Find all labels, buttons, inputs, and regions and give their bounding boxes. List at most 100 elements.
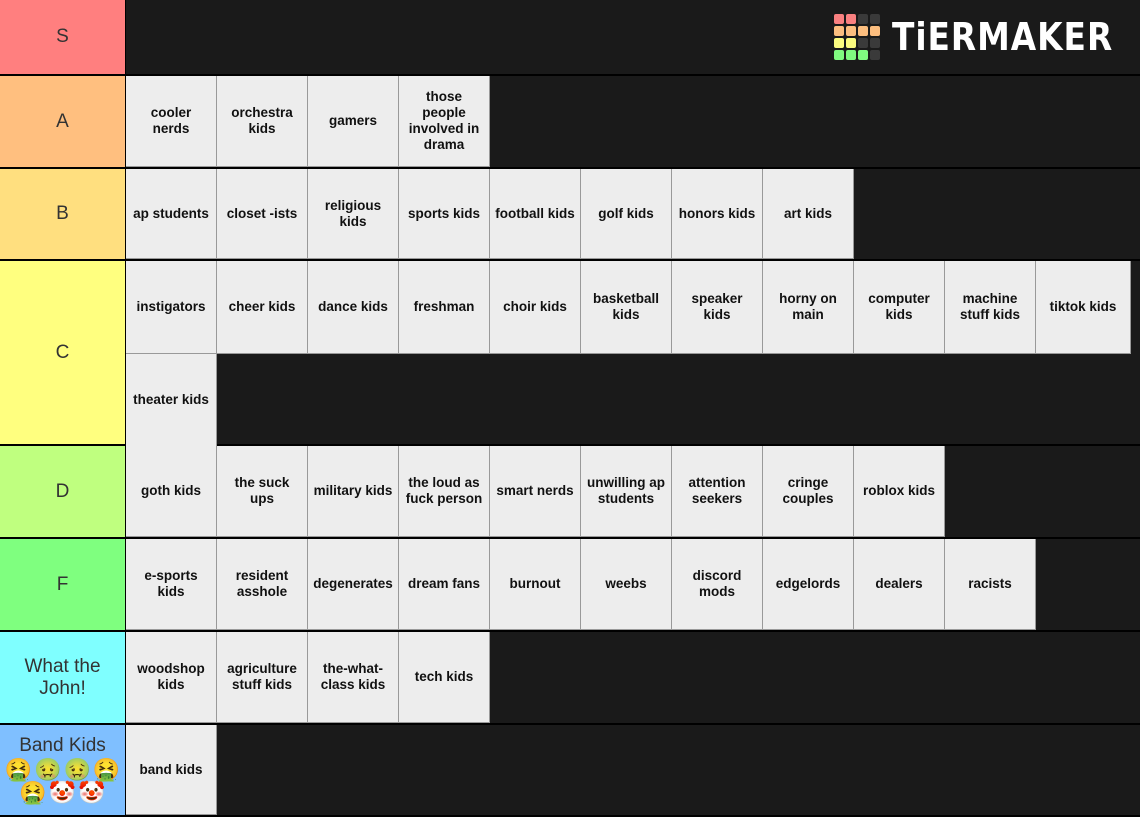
tier-item[interactable]: the loud as fuck person (399, 446, 490, 537)
tiermaker-wordmark: TiERMAKER (891, 15, 1113, 59)
tier-label-emoji-line: 🤮 🤢 🤢 🤮 (5, 757, 121, 783)
tier-item-label: the-what-class kids (320, 661, 386, 692)
tier-item[interactable]: attention seekers (672, 446, 763, 537)
tier-item[interactable]: the suck ups (217, 446, 308, 537)
tier-item[interactable]: instigators (126, 261, 217, 354)
tier-items-dropzone[interactable]: goth kids the suck ups military kids the lo… (126, 446, 1140, 537)
tier-item-label: basketball kids (592, 291, 660, 322)
tier-item-label: computer kids (868, 291, 930, 322)
tier-item[interactable]: discord mods (672, 539, 763, 630)
tier-item[interactable]: closet -ists (217, 169, 308, 259)
tier-item[interactable]: those people involved in drama (399, 76, 490, 167)
tier-item[interactable]: edgelords (763, 539, 854, 630)
tier-item[interactable]: dance kids (308, 261, 399, 354)
tier-item[interactable]: weebs (581, 539, 672, 630)
emoji-icon: 🤢 (63, 757, 91, 783)
tier-item[interactable]: dealers (854, 539, 945, 630)
tier-label[interactable]: Band Kids 🤮 🤢 🤢 🤮 🤮 🤡 🤡 (0, 725, 126, 815)
tier-item[interactable]: speaker kids (672, 261, 763, 354)
tier-item[interactable]: ap students (126, 169, 217, 259)
tier-item[interactable]: gamers (308, 76, 399, 167)
tier-item[interactable]: machine stuff kids (945, 261, 1036, 354)
tier-label[interactable]: F (0, 539, 126, 630)
tiermaker-logo: TiERMAKER (833, 14, 1122, 60)
tier-item[interactable]: racists (945, 539, 1036, 630)
tier-items-dropzone[interactable]: cooler nerds orchestra kids gamers those pe… (126, 76, 1140, 167)
emoji-icon: 🤮 (19, 780, 47, 806)
emoji-icon: 🤡 (48, 780, 77, 806)
tier-item-label: tech kids (414, 669, 474, 685)
logo-grid-cell (833, 14, 844, 24)
tier-label[interactable]: D (0, 446, 126, 537)
tier-items-dropzone[interactable]: band kids (126, 725, 1140, 815)
tier-item[interactable]: cringe couples (763, 446, 854, 537)
tier-item-label: freshman (413, 299, 475, 315)
tier-item[interactable]: cooler nerds (126, 76, 217, 167)
tier-item[interactable]: dream fans (399, 539, 490, 630)
tier-item-label: choir kids (503, 299, 567, 315)
tier-item-label: orchestra kids (231, 105, 293, 136)
tier-item-label: weebs (605, 576, 647, 592)
tier-item-label: those people involved in drama (408, 89, 480, 152)
tier-item[interactable]: horny on main (763, 261, 854, 354)
tier-item-label: cheer kids (228, 299, 296, 315)
tier-item[interactable]: religious kids (308, 169, 399, 259)
tier-items-dropzone[interactable]: instigators cheer kids dance kids freshman c… (126, 261, 1140, 447)
tier-items-dropzone[interactable]: e-sports kids resident asshole degenerates… (126, 539, 1140, 630)
tier-row: Dgoth kids the suck ups military kids the l… (0, 446, 1140, 539)
tier-item[interactable]: unwilling ap students (581, 446, 672, 537)
tier-label-text: D (55, 480, 70, 502)
tier-item-label: art kids (783, 205, 833, 221)
tier-label-text: F (56, 573, 69, 595)
tier-item[interactable]: degenerates (308, 539, 399, 630)
tier-item-label: instigators (136, 299, 206, 315)
tier-item[interactable]: tech kids (399, 632, 490, 723)
tier-item-label: honors kids (678, 205, 756, 221)
tier-item[interactable]: theater kids (126, 354, 217, 447)
tier-label[interactable]: C (0, 261, 126, 444)
tier-item-label: unwilling ap students (587, 475, 665, 506)
tier-item[interactable]: basketball kids (581, 261, 672, 354)
tier-item-label: racists (968, 576, 1012, 592)
tier-item[interactable]: e-sports kids (126, 539, 217, 630)
tier-item[interactable]: roblox kids (854, 446, 945, 537)
tier-item[interactable]: freshman (399, 261, 490, 354)
tier-item-label: goth kids (141, 483, 201, 499)
tier-items-dropzone[interactable]: woodshop kids agriculture stuff kids the-w… (126, 632, 1140, 723)
tier-label[interactable]: What the John! (0, 632, 126, 723)
tier-label[interactable]: S (0, 0, 126, 74)
tier-item-label: tiktok kids (1049, 299, 1117, 315)
tier-label[interactable]: B (0, 169, 126, 259)
tier-label-text: S (56, 26, 69, 48)
tier-item[interactable]: resident asshole (217, 539, 308, 630)
logo-grid-cell (845, 38, 856, 48)
tier-item[interactable]: football kids (490, 169, 581, 259)
tier-item[interactable]: sports kids (399, 169, 490, 259)
tier-row: Fe-sports kids resident asshole degenerate… (0, 539, 1140, 632)
tier-items-dropzone[interactable]: ap students closet -ists religious kids spo… (126, 169, 1140, 259)
tier-item[interactable]: golf kids (581, 169, 672, 259)
logo-grid-cell (857, 26, 868, 36)
tier-item[interactable]: orchestra kids (217, 76, 308, 167)
tier-item[interactable]: woodshop kids (126, 632, 217, 723)
tier-label[interactable]: A (0, 76, 126, 167)
tier-item[interactable]: cheer kids (217, 261, 308, 354)
tier-item[interactable]: computer kids (854, 261, 945, 354)
tier-item[interactable]: smart nerds (490, 446, 581, 537)
tier-label-emoji-group: 🤮 🤢 🤢 🤮 🤮 🤡 🤡 (5, 757, 121, 806)
logo-grid-cell (845, 50, 856, 60)
tier-row: What the John! woodshop kids agriculture s… (0, 632, 1140, 725)
logo-grid-cell (845, 14, 856, 24)
tier-item-label: cringe couples (782, 475, 834, 506)
logo-grid-cell (869, 38, 880, 48)
tier-item[interactable]: military kids (308, 446, 399, 537)
tier-item[interactable]: honors kids (672, 169, 763, 259)
tier-item[interactable]: goth kids (126, 446, 217, 537)
tier-item[interactable]: burnout (490, 539, 581, 630)
tier-item[interactable]: the-what-class kids (308, 632, 399, 723)
tier-item[interactable]: choir kids (490, 261, 581, 354)
tier-item[interactable]: agriculture stuff kids (217, 632, 308, 723)
tier-item[interactable]: band kids (126, 725, 217, 815)
tier-item[interactable]: tiktok kids (1036, 261, 1131, 354)
tier-item[interactable]: art kids (763, 169, 854, 259)
